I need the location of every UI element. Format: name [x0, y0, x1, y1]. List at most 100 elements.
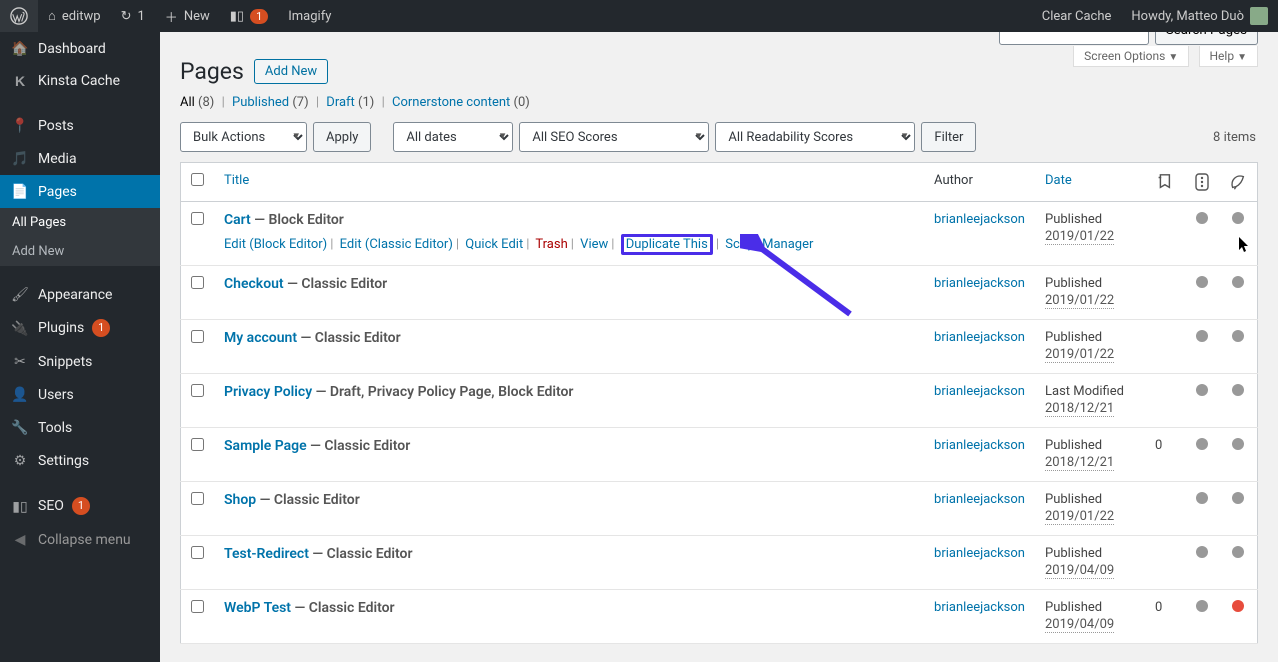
author-link[interactable]: brianleejackson — [934, 330, 1025, 345]
seo-icon: ▮▯ — [10, 498, 30, 515]
page-title-link[interactable]: WebP Test — [224, 600, 291, 616]
row-checkbox[interactable] — [191, 600, 204, 613]
sidebar-plugins[interactable]: 🔌Plugins1 — [0, 311, 160, 345]
sidebar-all-pages[interactable]: All Pages — [0, 208, 160, 237]
author-link[interactable]: brianleejackson — [934, 212, 1025, 227]
plugin-icon: 🔌 — [10, 320, 30, 337]
site-name: editwp — [62, 9, 101, 24]
edit-block-link[interactable]: Edit (Block Editor) — [224, 237, 327, 252]
scissors-icon: ✂ — [10, 353, 30, 370]
sidebar-tools[interactable]: 🔧Tools — [0, 411, 160, 444]
page-title-link[interactable]: Privacy Policy — [224, 384, 312, 400]
readability-dot — [1219, 536, 1258, 590]
view-link[interactable]: View — [580, 237, 608, 252]
pin-icon: 📍 — [10, 117, 30, 134]
chevron-down-icon: ▼ — [1237, 52, 1247, 63]
sidebar-seo[interactable]: ▮▯SEO1 — [0, 489, 160, 523]
row-checkbox[interactable] — [191, 276, 204, 289]
page-title: Pages — [180, 58, 244, 85]
date-status: Published — [1045, 546, 1102, 561]
sidebar-collapse[interactable]: ◀Collapse menu — [0, 523, 160, 556]
sidebar-item-label: SEO — [38, 498, 64, 514]
comments-cell: 0 — [1145, 428, 1185, 482]
clear-cache[interactable]: Clear Cache — [1032, 0, 1122, 32]
bulk-action-select[interactable]: Bulk Actions — [180, 122, 307, 152]
row-checkbox[interactable] — [191, 546, 204, 559]
readability-dot — [1219, 266, 1258, 320]
script-manager-link[interactable]: Script Manager — [725, 237, 813, 252]
author-link[interactable]: brianleejackson — [934, 546, 1025, 561]
row-checkbox[interactable] — [191, 212, 204, 225]
seo-dot — [1185, 536, 1219, 590]
screen-options-button[interactable]: Screen Options▼ — [1073, 46, 1189, 67]
author-link[interactable]: brianleejackson — [934, 492, 1025, 507]
th-seo[interactable] — [1185, 163, 1219, 202]
sidebar-appearance[interactable]: 🖌Appearance — [0, 278, 160, 311]
sidebar-kinsta-cache[interactable]: KKinsta Cache — [0, 65, 160, 97]
page-title-link[interactable]: Test-Redirect — [224, 546, 309, 562]
filter-cornerstone[interactable]: Cornerstone content (0) — [392, 95, 530, 110]
th-incoming-links[interactable] — [1145, 163, 1185, 202]
add-new-button[interactable]: Add New — [254, 59, 328, 84]
help-button[interactable]: Help▼ — [1199, 46, 1259, 67]
sidebar-pages[interactable]: 📄Pages — [0, 175, 160, 208]
apply-button[interactable]: Apply — [313, 122, 371, 152]
table-row: Cart — Block Editor Edit (Block Editor)|… — [181, 202, 1258, 266]
th-date[interactable]: Date — [1035, 163, 1145, 202]
page-title-link[interactable]: Sample Page — [224, 438, 307, 454]
sidebar-settings[interactable]: ⚙Settings — [0, 444, 160, 477]
edit-classic-link[interactable]: Edit (Classic Editor) — [340, 237, 453, 252]
sidebar-media[interactable]: 🎵Media — [0, 142, 160, 175]
new-content[interactable]: ＋New — [155, 0, 220, 32]
row-checkbox[interactable] — [191, 492, 204, 505]
dates-select[interactable]: All dates — [393, 122, 513, 152]
page-title-link[interactable]: Checkout — [224, 276, 284, 292]
readability-dot — [1219, 202, 1258, 266]
filter-all[interactable]: All (8) — [180, 95, 214, 110]
page-title-link[interactable]: Shop — [224, 492, 256, 508]
page-title-link[interactable]: My account — [224, 330, 297, 346]
sidebar-item-label: Plugins — [38, 320, 84, 336]
sidebar-dashboard[interactable]: 🏠Dashboard — [0, 32, 160, 65]
yoast[interactable]: ▮▯1 — [220, 0, 279, 32]
sidebar-snippets[interactable]: ✂Snippets — [0, 345, 160, 378]
sidebar-item-label: Kinsta Cache — [38, 73, 120, 89]
updates[interactable]: ↻1 — [111, 0, 155, 32]
th-readability[interactable] — [1219, 163, 1258, 202]
filter-button[interactable]: Filter — [921, 122, 976, 152]
author-link[interactable]: brianleejackson — [934, 438, 1025, 453]
row-checkbox[interactable] — [191, 438, 204, 451]
account[interactable]: Howdy, Matteo Duò — [1121, 0, 1278, 32]
page-title-link[interactable]: Cart — [224, 212, 251, 228]
search-input[interactable] — [999, 32, 1149, 45]
select-all-checkbox[interactable] — [191, 173, 204, 186]
row-checkbox[interactable] — [191, 330, 204, 343]
comments-cell — [1145, 266, 1185, 320]
sliders-icon: ⚙ — [10, 452, 30, 469]
sidebar-users[interactable]: 👤Users — [0, 378, 160, 411]
author-link[interactable]: brianleejackson — [934, 276, 1025, 291]
author-link[interactable]: brianleejackson — [934, 384, 1025, 399]
th-title[interactable]: Title — [214, 163, 924, 202]
filter-draft[interactable]: Draft (1) — [326, 95, 374, 110]
post-state: — Classic Editor — [309, 546, 413, 562]
sidebar-posts[interactable]: 📍Posts — [0, 109, 160, 142]
sidebar-add-new[interactable]: Add New — [0, 237, 160, 266]
post-state: — Block Editor — [251, 212, 344, 228]
refresh-icon: ↻ — [121, 9, 132, 24]
quick-edit-link[interactable]: Quick Edit — [465, 237, 523, 252]
duplicate-link[interactable]: Duplicate This — [626, 237, 708, 252]
search-pages-button[interactable]: Search Pages — [1155, 32, 1258, 45]
author-link[interactable]: brianleejackson — [934, 600, 1025, 615]
imagify[interactable]: Imagify — [278, 0, 341, 32]
post-state: — Draft, Privacy Policy Page, Block Edit… — [312, 384, 573, 400]
site-home[interactable]: ⌂editwp — [38, 0, 111, 32]
table-row: Test-Redirect — Classic Editor brianleej… — [181, 536, 1258, 590]
filter-published[interactable]: Published (7) — [232, 95, 309, 110]
seo-score-select[interactable]: All SEO Scores — [519, 122, 709, 152]
readability-select[interactable]: All Readability Scores — [715, 122, 915, 152]
wp-logo[interactable] — [0, 0, 38, 32]
trash-link[interactable]: Trash — [535, 237, 567, 252]
pages-table: Title Author Date Cart — Block Editor Ed… — [180, 162, 1258, 644]
row-checkbox[interactable] — [191, 384, 204, 397]
